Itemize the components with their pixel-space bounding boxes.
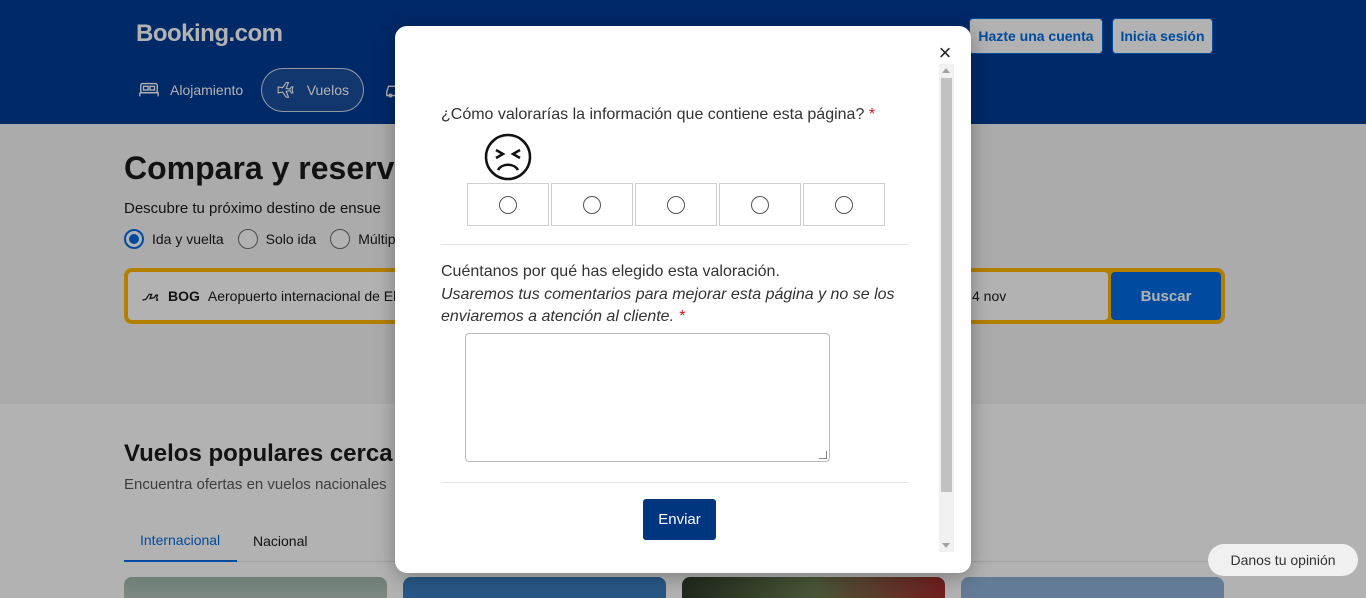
close-icon[interactable]: × bbox=[935, 42, 955, 64]
radio-icon[interactable] bbox=[583, 195, 601, 214]
required-mark: * bbox=[868, 106, 876, 123]
feedback-modal: × ¿Cómo valorarías la información que co… bbox=[395, 26, 971, 573]
radio-icon[interactable] bbox=[667, 195, 685, 214]
rating-option-5[interactable] bbox=[803, 183, 885, 226]
reason-note: Usaremos tus comentarios para mejorar es… bbox=[441, 284, 911, 328]
rating-option-3[interactable] bbox=[635, 183, 717, 226]
required-mark: * bbox=[678, 308, 685, 325]
radio-icon[interactable] bbox=[751, 195, 769, 214]
modal-scrollbar[interactable] bbox=[939, 64, 954, 552]
radio-icon[interactable] bbox=[835, 195, 853, 214]
reason-textarea[interactable] bbox=[465, 333, 830, 462]
resize-handle-icon[interactable] bbox=[819, 451, 827, 459]
divider bbox=[441, 482, 908, 483]
page: Booking.com Hazte una cuenta Inicia sesi… bbox=[0, 0, 1366, 598]
scroll-down-arrow-icon[interactable] bbox=[942, 543, 950, 548]
radio-icon[interactable] bbox=[499, 195, 517, 214]
rating-question-text: ¿Cómo valorarías la información que cont… bbox=[441, 106, 865, 123]
submit-button[interactable]: Enviar bbox=[643, 499, 716, 540]
angry-face-icon bbox=[484, 133, 532, 181]
divider bbox=[441, 244, 908, 245]
feedback-tab-button[interactable]: Danos tu opinión bbox=[1208, 544, 1358, 576]
scrollbar-thumb[interactable] bbox=[941, 78, 952, 492]
rating-question: ¿Cómo valorarías la información que cont… bbox=[441, 106, 875, 124]
rating-option-4[interactable] bbox=[719, 183, 801, 226]
rating-option-1[interactable] bbox=[467, 183, 549, 226]
reason-question: Cuéntanos por qué has elegido esta valor… bbox=[441, 263, 780, 280]
reason-note-text: Usaremos tus comentarios para mejorar es… bbox=[441, 286, 895, 325]
scroll-up-arrow-icon[interactable] bbox=[942, 68, 950, 73]
rating-option-2[interactable] bbox=[551, 183, 633, 226]
